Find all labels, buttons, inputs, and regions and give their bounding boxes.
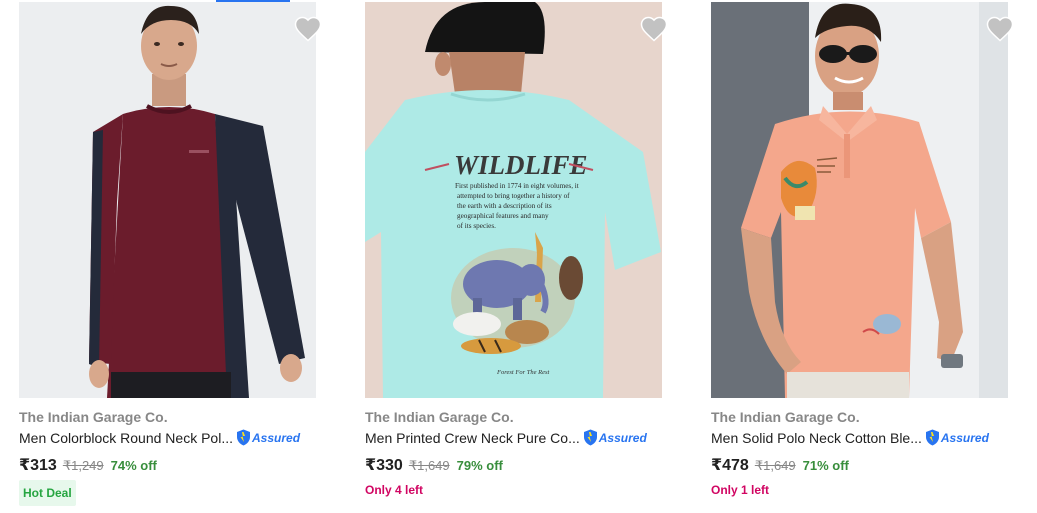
product-brand: The Indian Garage Co.: [711, 409, 860, 425]
discount-label: 71% off: [802, 458, 849, 473]
discount-label: 74% off: [110, 458, 157, 473]
print-heading: WILDLIFE: [454, 150, 588, 180]
product-title[interactable]: Men Solid Polo Neck Cotton Ble...: [711, 430, 922, 446]
original-price: ₹1,649: [408, 458, 450, 473]
product-title[interactable]: Men Printed Crew Neck Pure Co...: [365, 430, 580, 446]
assured-badge: Assured: [925, 429, 989, 446]
hot-deal-badge: Hot Deal: [19, 480, 76, 506]
assured-label: Assured: [598, 430, 647, 445]
assured-badge: Assured: [236, 429, 300, 446]
selling-price: ₹330: [365, 457, 403, 474]
print-line: geographical features and many: [457, 212, 549, 220]
product-card[interactable]: The Indian Garage Co. Men Colorblock Rou…: [19, 0, 322, 513]
product-image[interactable]: [19, 2, 316, 398]
print-line: the earth with a description of its: [457, 202, 552, 210]
shield-icon: [583, 429, 597, 446]
wishlist-button[interactable]: [985, 14, 1015, 44]
product-title[interactable]: Men Colorblock Round Neck Pol...: [19, 430, 233, 446]
original-price: ₹1,649: [754, 458, 796, 473]
selling-price: ₹313: [19, 457, 57, 474]
selling-price: ₹478: [711, 457, 749, 474]
assured-label: Assured: [940, 430, 989, 445]
assured-badge: Assured: [583, 429, 647, 446]
assured-label: Assured: [252, 430, 301, 445]
product-brand: The Indian Garage Co.: [365, 409, 514, 425]
product-card[interactable]: The Indian Garage Co. Men Solid Polo Nec…: [711, 0, 1014, 513]
heart-icon: [640, 16, 668, 42]
wishlist-button[interactable]: [293, 14, 323, 44]
heart-icon: [294, 16, 322, 42]
product-image[interactable]: WILDLIFE First published in 1774 in eigh…: [365, 2, 662, 398]
original-price: ₹1,249: [62, 458, 104, 473]
print-line: First published in 1774 in eight volumes…: [455, 182, 579, 190]
print-footer: Forest For The Rest: [496, 369, 549, 376]
shield-icon: [925, 429, 939, 446]
print-line: attempted to bring together a history of: [457, 192, 570, 200]
heart-icon: [986, 16, 1014, 42]
shield-icon: [237, 429, 250, 446]
product-card[interactable]: WILDLIFE First published in 1774 in eigh…: [365, 0, 668, 513]
product-brand: The Indian Garage Co.: [19, 409, 168, 425]
discount-label: 79% off: [456, 458, 503, 473]
wishlist-button[interactable]: [639, 14, 669, 44]
stock-status: Only 1 left: [711, 483, 770, 497]
print-line: of its species.: [457, 222, 496, 230]
product-image[interactable]: [711, 2, 1008, 398]
stock-status: Only 4 left: [365, 483, 424, 497]
